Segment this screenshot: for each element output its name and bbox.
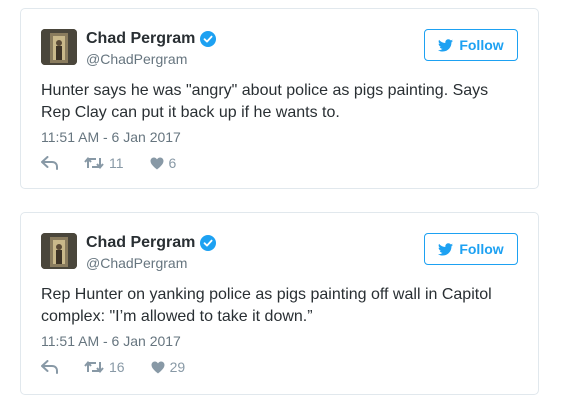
retweet-icon <box>84 156 104 170</box>
follow-label: Follow <box>459 37 504 53</box>
reply-button[interactable] <box>41 360 58 374</box>
tweet-text: Hunter says he was "angry" about police … <box>41 82 489 121</box>
retweet-icon <box>84 360 104 374</box>
tweet-card[interactable]: Chad Pergram @ChadPergram Follow Hunter … <box>20 8 539 189</box>
verified-badge-icon <box>200 31 217 47</box>
author-name[interactable]: Chad Pergram <box>86 30 217 48</box>
heart-icon <box>150 157 164 169</box>
follow-button[interactable]: Follow <box>424 29 518 61</box>
author-handle[interactable]: @ChadPergram <box>86 51 187 67</box>
avatar[interactable] <box>41 29 77 65</box>
follow-label: Follow <box>459 241 504 257</box>
heart-icon <box>151 361 165 373</box>
like-count: 29 <box>169 359 186 375</box>
like-count: 6 <box>168 155 177 171</box>
reply-icon <box>41 360 58 374</box>
author-name-text[interactable]: Chad Pergram <box>86 234 195 252</box>
author-name-text[interactable]: Chad Pergram <box>86 30 195 48</box>
tweet-text: Rep Hunter on yanking police as pigs pai… <box>41 286 492 325</box>
follow-button[interactable]: Follow <box>424 233 518 265</box>
reply-icon <box>41 156 58 170</box>
avatar[interactable] <box>41 233 77 269</box>
like-button[interactable]: 29 <box>151 359 186 375</box>
tweet-actions: 11 6 <box>41 155 202 171</box>
retweet-count: 16 <box>109 359 125 375</box>
retweet-button[interactable]: 16 <box>84 359 125 375</box>
retweet-button[interactable]: 11 <box>84 155 124 171</box>
author-handle[interactable]: @ChadPergram <box>86 255 187 271</box>
tweet-timestamp[interactable]: 11:51 AM - 6 Jan 2017 <box>41 129 181 145</box>
tweet-actions: 16 29 <box>41 359 211 375</box>
verified-badge-icon <box>200 235 217 251</box>
author-name[interactable]: Chad Pergram <box>86 234 217 252</box>
reply-button[interactable] <box>41 156 58 170</box>
like-button[interactable]: 6 <box>150 155 177 171</box>
tweet-timestamp[interactable]: 11:51 AM - 6 Jan 2017 <box>41 333 181 349</box>
tweet-card[interactable]: Chad Pergram @ChadPergram Follow Rep Hun… <box>20 212 539 395</box>
twitter-bird-icon <box>438 38 454 51</box>
twitter-bird-icon <box>438 242 454 255</box>
retweet-count: 11 <box>109 155 124 171</box>
